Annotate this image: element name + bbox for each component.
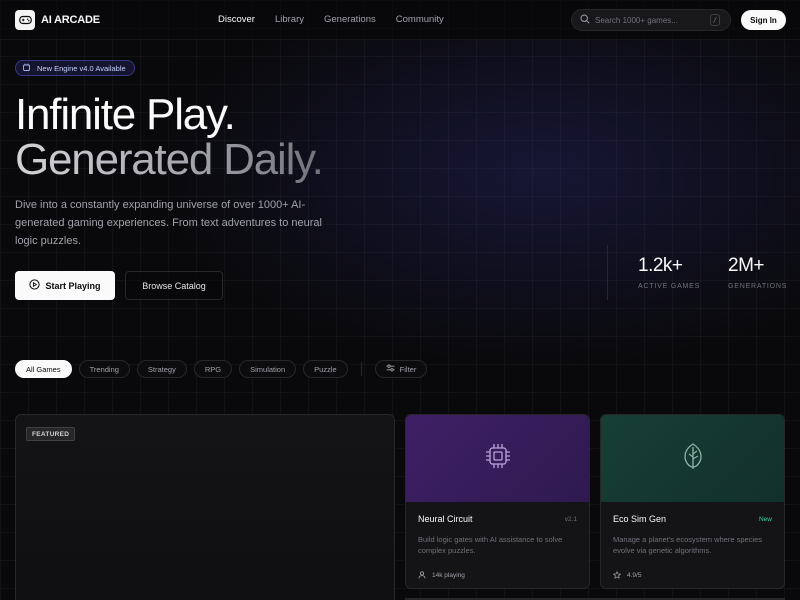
filter-divider <box>360 362 362 376</box>
hero-description: Dive into a constantly expanding univers… <box>15 199 322 247</box>
users-icon <box>418 566 426 584</box>
sparkle-icon <box>22 59 31 77</box>
card-version-tag: v2.1 <box>564 516 577 523</box>
card-body: Neural Circuit v2.1 Build logic gates wi… <box>406 502 589 579</box>
card-body: Eco Sim Gen New Manage a planet's ecosys… <box>601 502 784 579</box>
game-card-neural-circuit[interactable]: Neural Circuit v2.1 Build logic gates wi… <box>405 414 590 589</box>
filter-label: Filter <box>399 364 417 374</box>
announcement-text: New Engine v4.0 Available <box>37 63 126 73</box>
nav-link-generations[interactable]: Generations <box>324 14 376 25</box>
nav-link-library[interactable]: Library <box>275 14 304 25</box>
brand-name: AI ARCADE <box>41 14 100 26</box>
stat-active-games: 1.2k+ ACTIVE GAMES <box>638 255 700 290</box>
featured-game-card[interactable]: FEATURED <box>15 414 395 600</box>
nav-link-community[interactable]: Community <box>396 14 444 25</box>
stat-generations: 2M+ GENERATIONS <box>728 255 787 290</box>
card-title: Eco Sim Gen <box>613 514 667 524</box>
filter-button[interactable]: Filter <box>374 360 428 378</box>
chip-rpg[interactable]: RPG <box>193 360 233 378</box>
play-circle-icon <box>29 279 41 292</box>
search-shortcut-key: / <box>710 14 720 26</box>
start-playing-label: Start Playing <box>45 280 101 291</box>
search-icon <box>580 11 590 29</box>
card-new-tag: New <box>758 516 772 523</box>
card-thumbnail <box>406 415 589 502</box>
stats-divider <box>607 245 608 300</box>
card-thumbnail <box>601 415 784 502</box>
card-description: Manage a planet's ecosystem where specie… <box>613 535 763 555</box>
chip-puzzle[interactable]: Puzzle <box>303 360 348 378</box>
star-icon <box>613 566 621 584</box>
main-nav: Discover Library Generations Community <box>218 14 444 25</box>
top-nav: AI ARCADE Discover Library Generations C… <box>0 0 800 40</box>
card-title: Neural Circuit <box>418 514 473 524</box>
cpu-icon <box>483 441 513 476</box>
card-rating: 4.9/5 <box>627 571 642 579</box>
leaf-icon <box>679 441 707 476</box>
chip-all-games[interactable]: All Games <box>15 360 72 378</box>
stat-value: 1.2k+ <box>638 255 683 276</box>
gamepad-icon <box>15 10 35 30</box>
hero-title-line-2: Generated Daily. <box>15 135 324 184</box>
chip-simulation[interactable]: Simulation <box>239 360 297 378</box>
start-playing-button[interactable]: Start Playing <box>15 271 115 300</box>
browse-catalog-button[interactable]: Browse Catalog <box>125 271 223 300</box>
announcement-badge[interactable]: New Engine v4.0 Available <box>15 60 135 76</box>
brand-logo[interactable]: AI ARCADE <box>15 10 100 30</box>
category-filters: All Games Trending Strategy RPG Simulati… <box>15 360 428 378</box>
search-box[interactable]: / <box>571 9 731 31</box>
search-input[interactable] <box>595 15 705 25</box>
card-players: 14k playing <box>432 571 465 579</box>
hero-title-line-1: Infinite Play. <box>15 90 236 139</box>
nav-link-discover[interactable]: Discover <box>218 14 255 25</box>
card-description: Build logic gates with AI assistance to … <box>418 535 563 555</box>
chip-trending[interactable]: Trending <box>78 360 130 378</box>
sign-in-button[interactable]: Sign In <box>741 10 786 30</box>
stat-value: 2M+ <box>728 255 765 276</box>
card-meta: 4.9/5 <box>613 566 641 584</box>
stat-label: ACTIVE GAMES <box>638 283 701 290</box>
card-meta: 14k playing <box>418 566 465 584</box>
game-card-eco-sim-gen[interactable]: Eco Sim Gen New Manage a planet's ecosys… <box>600 414 785 589</box>
featured-tag: FEATURED <box>26 427 76 441</box>
chip-strategy[interactable]: Strategy <box>136 360 187 378</box>
stat-label: GENERATIONS <box>728 283 788 290</box>
sliders-icon <box>386 364 395 374</box>
